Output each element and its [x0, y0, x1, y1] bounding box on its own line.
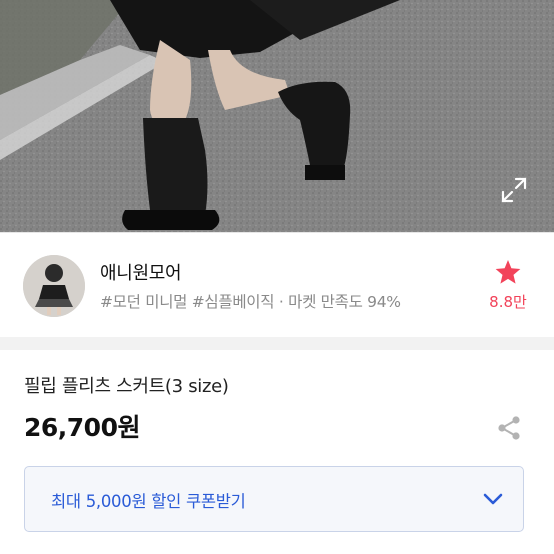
product-info: 필립 플리츠 스커트(3 size) 26,700원 최대 5,000원 할인 …: [0, 350, 554, 554]
favorite-count: 8.8만: [489, 293, 527, 311]
store-avatar[interactable]: [23, 255, 85, 317]
share-button[interactable]: [496, 414, 522, 442]
store-tags: #모던 미니멀 #심플베이직 · 마켓 만족도 94%: [100, 293, 401, 311]
avatar-image: [23, 255, 85, 317]
share-icon: [498, 416, 520, 440]
store-name[interactable]: 애니원모어: [100, 259, 182, 285]
product-image[interactable]: [0, 0, 554, 232]
store-info: 애니원모어 #모던 미니멀 #심플베이직 · 마켓 만족도 94% 8.8만: [0, 233, 554, 337]
expand-image-button[interactable]: [497, 173, 531, 207]
product-price: 26,700원: [24, 413, 140, 442]
chevron-down-icon: [483, 493, 503, 505]
coupon-button[interactable]: 최대 5,000원 할인 쿠폰받기: [24, 466, 524, 532]
product-title: 필립 플리츠 스커트(3 size): [24, 376, 229, 397]
coupon-label: 최대 5,000원 할인 쿠폰받기: [51, 492, 246, 511]
section-spacer: [0, 337, 554, 350]
favorite-button[interactable]: 8.8만: [482, 259, 534, 312]
expand-icon: [501, 177, 527, 203]
star-icon: [495, 260, 521, 284]
product-photo: [0, 0, 554, 232]
